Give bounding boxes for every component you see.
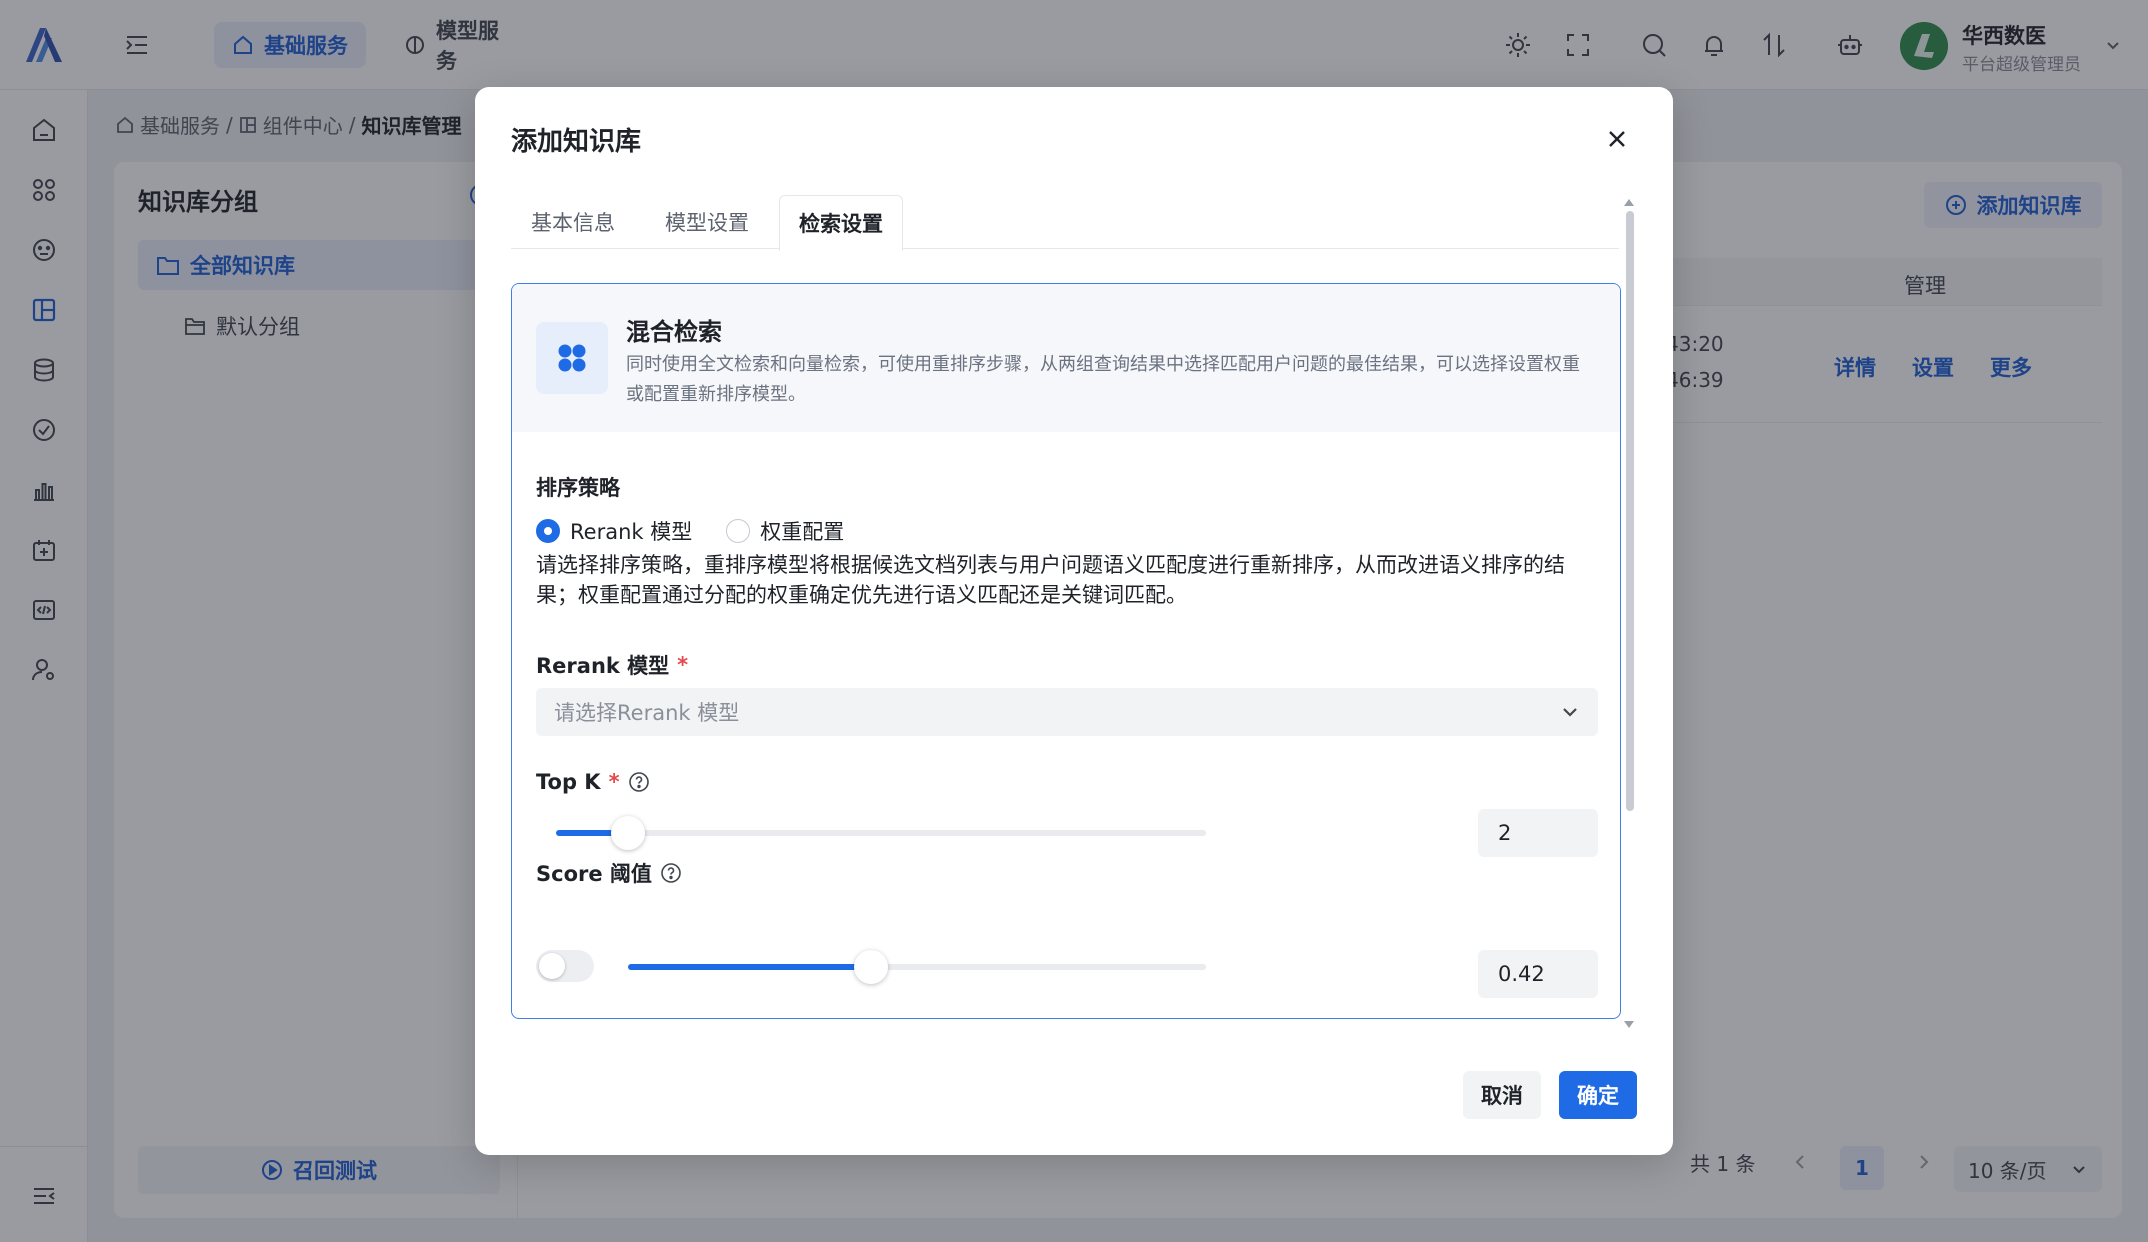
scrollbar-thumb[interactable]	[1626, 211, 1634, 811]
radio-label[interactable]: Rerank 模型	[570, 516, 692, 546]
radio-label[interactable]: 权重配置	[760, 516, 844, 546]
dialog-tabs: 基本信息 模型设置 检索设置	[511, 195, 1619, 251]
scroll-down-arrow[interactable]	[1624, 1021, 1634, 1028]
score-threshold-label-text: Score 阈值	[536, 862, 652, 886]
dialog-title: 添加知识库	[511, 127, 642, 157]
help-circle-icon[interactable]	[628, 771, 650, 793]
score-threshold-input[interactable]: 0.42	[1478, 950, 1598, 998]
top-k-label: Top K *	[536, 770, 650, 794]
cancel-button[interactable]: 取消	[1463, 1071, 1541, 1119]
help-circle-icon[interactable]	[660, 862, 682, 884]
tab-model-settings[interactable]: 模型设置	[645, 195, 769, 249]
top-k-slider-track[interactable]	[556, 830, 1206, 836]
score-slider-fill	[628, 964, 871, 970]
confirm-button[interactable]: 确定	[1559, 1071, 1637, 1119]
hybrid-search-card[interactable]: 混合检索 同时使用全文检索和向量检索，可使用重排序步骤，从两组查询结果中选择匹配…	[511, 283, 1621, 1019]
sort-strategy-label: 排序策略	[536, 472, 620, 502]
radio-rerank-model[interactable]	[536, 519, 560, 543]
score-threshold-label: Score 阈值	[536, 858, 682, 888]
rerank-model-label-text: Rerank 模型	[536, 654, 670, 678]
add-knowledge-base-dialog: 添加知识库 基本信息 模型设置 检索设置 混合检索 同时使用全文检索和向量检索，…	[475, 87, 1673, 1155]
hybrid-search-description: 同时使用全文检索和向量检索，可使用重排序步骤，从两组查询结果中选择匹配用户问题的…	[626, 354, 1580, 405]
rerank-model-label: Rerank 模型 *	[536, 650, 688, 680]
rerank-model-placeholder: 请选择Rerank 模型	[554, 701, 740, 725]
sort-strategy-label-text: 排序策略	[536, 476, 620, 500]
toggle-knob	[539, 953, 565, 979]
score-slider-thumb[interactable]	[853, 950, 888, 984]
hybrid-search-header: 混合检索 同时使用全文检索和向量检索，可使用重排序步骤，从两组查询结果中选择匹配…	[512, 284, 1620, 432]
score-threshold-toggle[interactable]	[536, 950, 594, 982]
rerank-model-select[interactable]: 请选择Rerank 模型	[536, 688, 1598, 736]
radio-weight-config[interactable]	[726, 519, 751, 543]
sort-strategy-help: 请选择排序策略，重排序模型将根据候选文档列表与用户问题语义匹配度进行重新排序，从…	[536, 553, 1565, 607]
grid-dots-icon	[536, 322, 608, 394]
required-mark: *	[608, 770, 620, 794]
hybrid-search-title: 混合检索	[626, 318, 722, 346]
scroll-up-arrow[interactable]	[1624, 199, 1634, 206]
top-k-label-text: Top K	[536, 770, 601, 794]
close-icon[interactable]	[1603, 125, 1631, 153]
sort-strategy-radio-group: Rerank 模型 权重配置	[536, 516, 844, 546]
tab-retrieval-settings[interactable]: 检索设置	[779, 195, 903, 251]
chevron-down-icon	[1560, 702, 1580, 722]
top-k-input[interactable]: 2	[1478, 809, 1598, 857]
top-k-slider-thumb[interactable]	[610, 816, 645, 850]
required-mark: *	[677, 653, 689, 677]
tab-basic-info[interactable]: 基本信息	[511, 195, 635, 249]
